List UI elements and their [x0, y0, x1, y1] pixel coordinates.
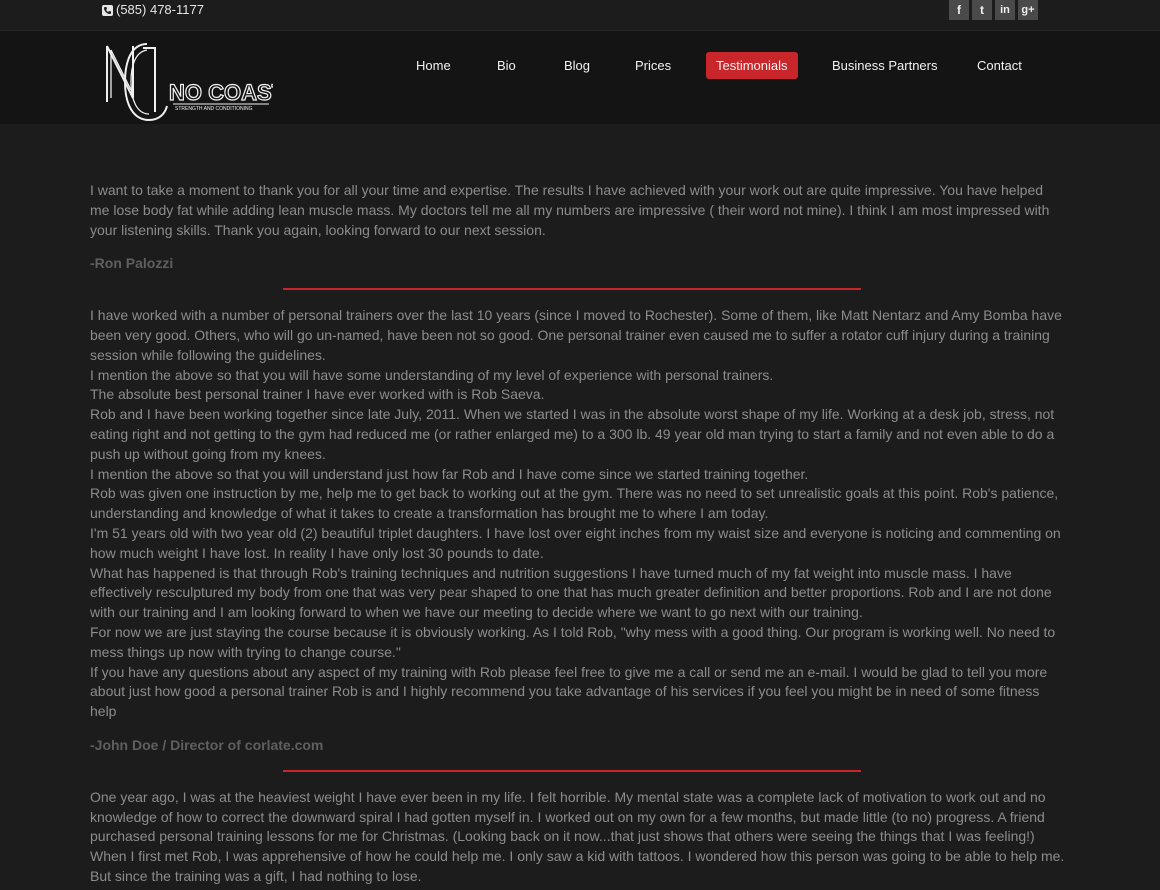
testimonial-text: I mention the above so that you will und…	[90, 465, 809, 482]
testimonial-text: I mention the above so that you will hav…	[90, 366, 774, 383]
testimonials-content: I want to take a moment to thank you for…	[90, 181, 1065, 887]
testimonial-text: What has happened is that through Rob's …	[90, 564, 1052, 621]
testimonial-text: I have worked with a number of personal …	[90, 307, 1062, 363]
nav-contact[interactable]: Contact	[977, 52, 1022, 79]
testimonial-text: When I first met Rob, I was apprehensive…	[90, 848, 1065, 884]
nav-blog[interactable]: Blog	[564, 52, 590, 79]
social-links: f t in g+	[949, 0, 1038, 20]
nav-business-partners[interactable]: Business Partners	[832, 52, 938, 79]
site-header: NO COAST STRENGTH AND CONDITIONING Home …	[0, 31, 1160, 124]
testimonial-text: The absolute best personal trainer I hav…	[90, 386, 545, 403]
phone-icon	[102, 4, 113, 16]
testimonial-text: If you have any questions about any aspe…	[90, 663, 1048, 720]
testimonial-text: One year ago, I was at the heaviest weig…	[90, 788, 1046, 845]
nav-home[interactable]: Home	[416, 52, 451, 79]
divider	[283, 769, 861, 772]
testimonial-text: I'm 51 years old with two year old (2) b…	[90, 524, 1061, 561]
divider	[283, 288, 861, 291]
no-coast-logo[interactable]: NO COAST STRENGTH AND CONDITIONING	[103, 42, 286, 124]
twitter-icon[interactable]: t	[972, 0, 992, 20]
nav-prices[interactable]: Prices	[635, 52, 671, 79]
testimonial-text: For now we are just staying the course b…	[90, 623, 1056, 660]
testimonial-text: Rob was given one instruction by me, hel…	[90, 485, 1059, 522]
nav-bio[interactable]: Bio	[497, 52, 516, 79]
facebook-icon[interactable]: f	[949, 0, 969, 20]
testimonial-author: -John Doe / Director of corlate.com	[90, 736, 324, 753]
testimonial-text: Rob and I have been working together sin…	[90, 406, 1055, 462]
nav-testimonials[interactable]: Testimonials	[706, 52, 798, 79]
phone-contact[interactable]: (585) 478-1177	[102, 2, 204, 18]
testimonial-text: I want to take a moment to thank you for…	[90, 182, 1050, 238]
top-bar: (585) 478-1177 f t in g+	[0, 0, 1160, 31]
svg-text:STRENGTH AND CONDITIONING: STRENGTH AND CONDITIONING	[175, 106, 253, 112]
svg-text:NO COAST: NO COAST	[169, 80, 273, 105]
linkedin-icon[interactable]: in	[995, 0, 1015, 20]
testimonial-author: -Ron Palozzi	[90, 255, 174, 272]
google-plus-icon[interactable]: g+	[1018, 0, 1038, 20]
phone-number: (585) 478-1177	[116, 2, 204, 17]
